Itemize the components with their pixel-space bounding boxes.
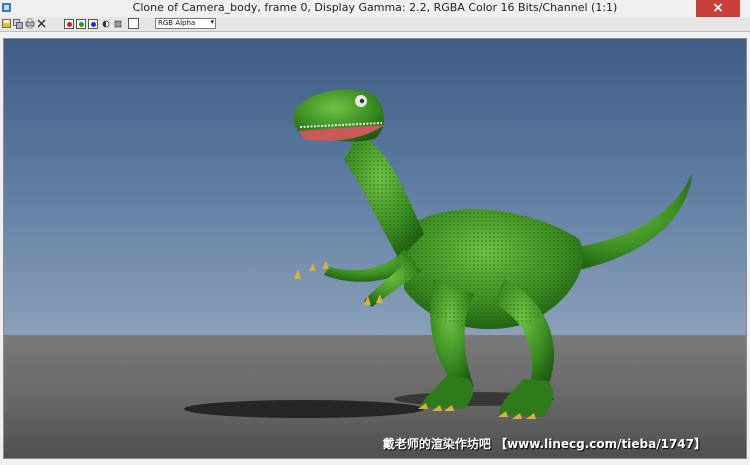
red-channel-button[interactable] [64, 19, 74, 29]
alpha-channel-icon[interactable] [114, 18, 122, 29]
blue-dot-icon [91, 22, 96, 27]
window-title: Clone of Camera_body, frame 0, Display G… [132, 1, 618, 14]
green-dot-icon [79, 22, 84, 27]
dinosaur-body [293, 89, 692, 419]
dinosaur-shadow [184, 400, 424, 418]
watermark-text: 戴老师的渲染作坊吧 【www.linecg.com/tieba/1747】 [382, 437, 706, 451]
channel-display-value: RGB Alpha [158, 19, 196, 27]
render-viewport[interactable]: 戴老师的渲染作坊吧 【www.linecg.com/tieba/1747】 [3, 38, 747, 459]
blue-channel-button[interactable] [88, 19, 98, 29]
close-button[interactable]: × [696, 0, 740, 17]
frame-buffer-window: Clone of Camera_body, frame 0, Display G… [0, 0, 750, 465]
print-icon[interactable] [25, 18, 35, 29]
chevron-down-icon: ▾ [210, 18, 214, 26]
clone-window-icon[interactable] [13, 18, 23, 29]
green-channel-button[interactable] [76, 19, 86, 29]
monochrome-icon[interactable] [102, 18, 110, 29]
frame-buffer-toolbar: RGB Alpha ▾ [0, 17, 750, 32]
clear-icon[interactable] [37, 18, 46, 29]
red-dot-icon [67, 22, 72, 27]
dinosaur-render [184, 89, 692, 419]
channel-display-select[interactable]: RGB Alpha ▾ [155, 18, 216, 29]
title-bar[interactable]: Clone of Camera_body, frame 0, Display G… [0, 0, 750, 17]
save-image-icon[interactable] [2, 18, 11, 29]
background-color-swatch[interactable] [128, 18, 139, 29]
